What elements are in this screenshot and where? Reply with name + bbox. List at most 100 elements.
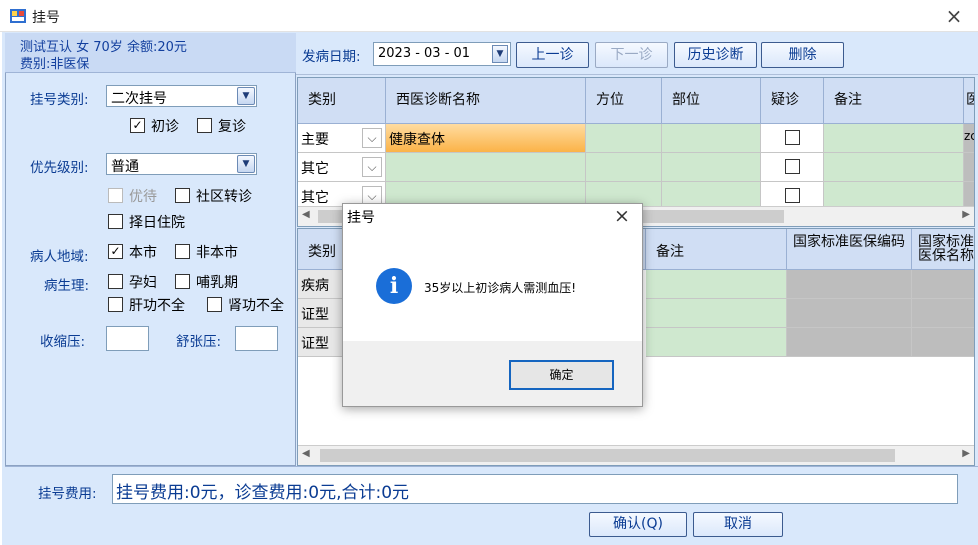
chevron-down-icon[interactable]: ⌵ <box>362 157 382 177</box>
kidney-insufficiency-checkbox[interactable] <box>207 297 222 312</box>
lactation-checkbox[interactable] <box>175 274 190 289</box>
position-cell[interactable] <box>586 124 662 153</box>
community-referral-checkbox[interactable] <box>175 188 190 203</box>
doctor-cell[interactable]: zc <box>964 124 974 153</box>
cancel-button[interactable]: 取消 <box>693 512 783 537</box>
lactation-label: 哺乳期 <box>196 275 238 291</box>
insurance-code-cell[interactable] <box>787 328 912 357</box>
app-icon <box>10 9 26 23</box>
first-visit-label: 初诊 <box>151 119 179 135</box>
col-header-type: 类别 <box>298 78 386 124</box>
doctor-cell[interactable] <box>964 153 974 182</box>
dialog-ok-button[interactable]: 确定 <box>509 360 614 390</box>
col-header-site: 部位 <box>662 78 761 124</box>
remark-cell[interactable] <box>824 153 964 182</box>
suspected-cell[interactable] <box>761 153 824 182</box>
scroll-right-icon[interactable]: ▶ <box>962 448 970 459</box>
col-header-insurance-code: 国家标准医保编码 <box>787 229 912 270</box>
col-header-tcm-remark: 备注 <box>646 229 787 270</box>
first-visit-checkbox[interactable]: ✓ <box>130 118 145 133</box>
calendar-dropdown-icon[interactable]: ▼ <box>492 45 508 63</box>
suspected-checkbox[interactable] <box>785 130 800 145</box>
dialog-message: 35岁以上初诊病人需测血压! <box>424 281 577 295</box>
position-cell[interactable] <box>586 153 662 182</box>
diastolic-label: 舒张压: <box>176 334 222 350</box>
prev-visit-button[interactable]: 上一诊 <box>516 42 589 68</box>
fee-label: 挂号费用: <box>38 486 97 502</box>
onset-date-value: 2023 - 03 - 01 <box>378 46 471 61</box>
window-title: 挂号 <box>32 10 60 26</box>
priority-select[interactable]: 普通 ▼ <box>106 153 257 175</box>
return-visit-checkbox[interactable] <box>197 118 212 133</box>
systolic-label: 收缩压: <box>40 334 86 350</box>
suspected-checkbox[interactable] <box>785 159 800 174</box>
patient-fee-type: 费别:非医保 <box>20 57 90 72</box>
insurance-name-cell[interactable] <box>912 270 974 299</box>
priority-label: 优先级别: <box>30 160 89 176</box>
return-visit-label: 复诊 <box>218 119 246 135</box>
window-close-button[interactable]: × <box>940 2 968 30</box>
scroll-thumb[interactable] <box>320 449 895 462</box>
fee-display: 挂号费用:0元，诊查费用:0元,合计:0元 <box>112 474 958 504</box>
confirm-button[interactable]: 确认(Q) <box>589 512 687 537</box>
physiology-label: 病生理: <box>44 278 90 294</box>
table-row[interactable]: 其它 ⌵ <box>298 153 386 182</box>
select-day-admission-checkbox[interactable] <box>108 214 123 229</box>
col-header-suspected: 疑诊 <box>761 78 824 124</box>
info-icon: i <box>376 268 412 304</box>
dialog-close-button[interactable]: × <box>610 204 634 228</box>
region-label: 病人地域: <box>30 249 89 265</box>
western-name-cell[interactable] <box>386 153 586 182</box>
scroll-right-icon[interactable]: ▶ <box>962 209 970 220</box>
col-header-doctor: 医 <box>964 78 974 124</box>
table-row[interactable]: 主要 ⌵ <box>298 124 386 153</box>
local-checkbox[interactable]: ✓ <box>108 244 123 259</box>
col-header-western-name: 西医诊断名称 <box>386 78 586 124</box>
remark-cell[interactable] <box>824 124 964 153</box>
kidney-insufficiency-label: 肾功不全 <box>228 298 284 314</box>
non-local-checkbox[interactable] <box>175 244 190 259</box>
site-cell[interactable] <box>662 153 761 182</box>
onset-date-label: 发病日期: <box>302 49 361 65</box>
reg-type-label: 挂号类别: <box>30 92 89 108</box>
pregnant-label: 孕妇 <box>129 275 157 291</box>
tcm-remark-cell[interactable] <box>646 270 787 299</box>
preferential-label: 优待 <box>129 189 157 205</box>
title-bar <box>0 0 978 32</box>
liver-insufficiency-checkbox[interactable] <box>108 297 123 312</box>
suspected-checkbox[interactable] <box>785 188 800 203</box>
pregnant-checkbox[interactable] <box>108 274 123 289</box>
preferential-checkbox[interactable] <box>108 188 123 203</box>
col-header-insurance-name: 国家标准医保名称 <box>912 229 974 270</box>
history-diagnosis-button[interactable]: 历史诊断 <box>674 42 757 68</box>
community-referral-label: 社区转诊 <box>196 189 252 205</box>
reg-type-select[interactable]: 二次挂号 ▼ <box>106 85 257 107</box>
scroll-left-icon[interactable]: ◀ <box>302 209 310 220</box>
local-label: 本市 <box>129 245 157 261</box>
tcm-remark-cell[interactable] <box>646 328 787 357</box>
col-header-position: 方位 <box>586 78 662 124</box>
liver-insufficiency-label: 肝功不全 <box>129 298 185 314</box>
tcm-remark-cell[interactable] <box>646 299 787 328</box>
diastolic-input[interactable] <box>235 326 278 351</box>
insurance-name-cell[interactable] <box>912 328 974 357</box>
insurance-name-cell[interactable] <box>912 299 974 328</box>
systolic-input[interactable] <box>106 326 149 351</box>
chevron-down-icon[interactable]: ▼ <box>237 155 255 173</box>
onset-date-picker[interactable]: 2023 - 03 - 01 ▼ <box>373 42 511 66</box>
tcm-grid-hscrollbar[interactable]: ◀ ▶ <box>298 445 974 465</box>
western-name-cell[interactable]: 健康查体 <box>386 124 586 153</box>
dialog-title: 挂号 <box>347 210 375 226</box>
site-cell[interactable] <box>662 124 761 153</box>
scroll-left-icon[interactable]: ◀ <box>302 448 310 459</box>
non-local-label: 非本市 <box>196 245 238 261</box>
chevron-down-icon[interactable]: ⌵ <box>362 128 382 148</box>
next-visit-button[interactable]: 下一诊 <box>595 42 668 68</box>
insurance-code-cell[interactable] <box>787 299 912 328</box>
delete-button[interactable]: 删除 <box>761 42 844 68</box>
chevron-down-icon[interactable]: ▼ <box>237 87 255 105</box>
select-day-admission-label: 择日住院 <box>129 215 185 231</box>
col-header-remark: 备注 <box>824 78 964 124</box>
suspected-cell[interactable] <box>761 124 824 153</box>
insurance-code-cell[interactable] <box>787 270 912 299</box>
